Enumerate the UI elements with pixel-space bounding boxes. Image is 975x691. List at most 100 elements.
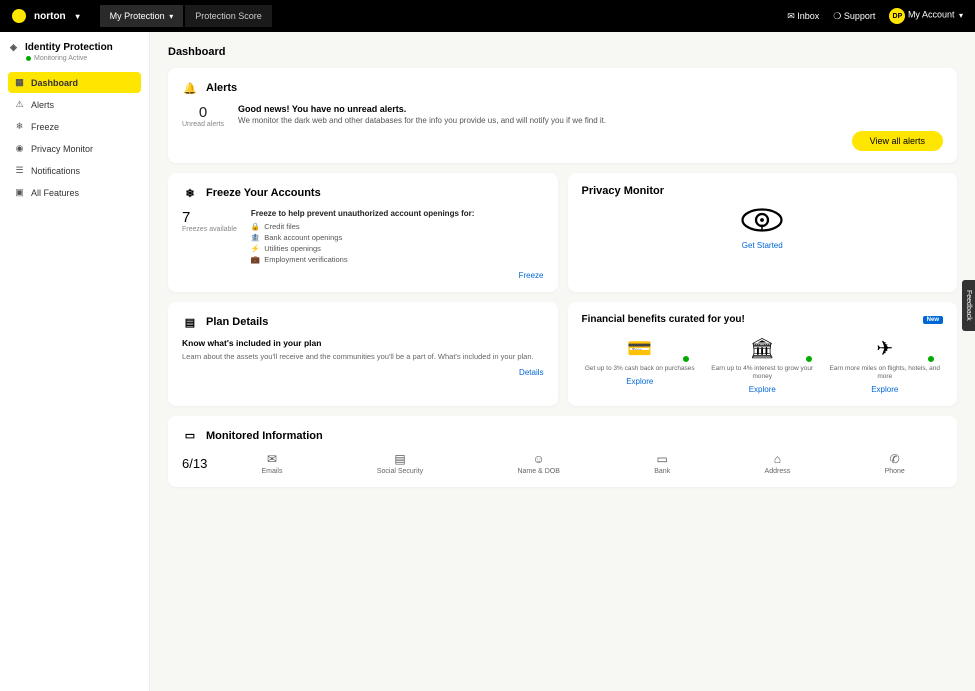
alerts-header: 🔔 Alerts <box>182 80 943 96</box>
brand-label: norton <box>34 11 66 22</box>
alerts-count-label: Unread alerts <box>182 121 224 128</box>
tab-protection-score[interactable]: Protection Score <box>185 5 272 27</box>
grid-icon: ▦ <box>14 77 25 88</box>
snowflake-icon: ❄ <box>14 121 25 132</box>
freeze-count-block: 7 Freezes available <box>182 209 237 265</box>
plan-details-link[interactable]: Details <box>182 368 544 377</box>
help-icon: ❍ <box>833 11 841 21</box>
eye-key-icon <box>739 205 785 235</box>
document-icon: ▤ <box>182 314 198 330</box>
briefcase-icon: 💼 <box>251 255 260 264</box>
privacy-get-started-link[interactable]: Get Started <box>582 241 944 250</box>
monitored-item[interactable]: ▤Social Security <box>377 452 423 475</box>
explore-link[interactable]: Explore <box>827 385 944 394</box>
sidebar: ◈ Identity Protection Monitoring Active … <box>0 32 150 691</box>
monitored-card: ▭ Monitored Information 6/13 ✉Emails ▤So… <box>168 416 957 487</box>
top-tabs: My Protection ▾ Protection Score <box>100 5 272 27</box>
sidebar-item-all-features[interactable]: ▣ All Features <box>8 182 141 203</box>
phone-icon: ✆ <box>885 452 905 466</box>
sidebar-item-notifications[interactable]: ☰ Notifications <box>8 160 141 181</box>
envelope-icon: ✉ <box>787 11 795 21</box>
page-title: Dashboard <box>168 46 957 58</box>
sidebar-item-label: Dashboard <box>31 78 78 88</box>
id-card-icon: ▭ <box>182 428 198 444</box>
account-menu[interactable]: DP My Account ▾ <box>889 8 963 24</box>
freeze-item: 🏦Bank account openings <box>251 232 475 243</box>
alerts-desc: We monitor the dark web and other databa… <box>238 116 943 125</box>
monitored-item[interactable]: ☺Name & DOB <box>517 452 559 475</box>
snowflake-icon: ❄ <box>182 185 198 201</box>
sidebar-item-freeze[interactable]: ❄ Freeze <box>8 116 141 137</box>
sidebar-status: Monitoring Active <box>26 55 141 62</box>
freeze-count-label: Freezes available <box>182 226 237 233</box>
view-alerts-button[interactable]: View all alerts <box>852 131 943 151</box>
feedback-tab[interactable]: Feedback <box>962 280 975 331</box>
card-icon: ▭ <box>654 452 670 466</box>
brand[interactable]: norton ▾ <box>12 9 80 23</box>
explore-link[interactable]: Explore <box>582 377 699 386</box>
eye-icon: ◉ <box>14 143 25 154</box>
explore-link[interactable]: Explore <box>704 385 821 394</box>
financial-item: 💳 Get up to 3% cash back on purchases Ex… <box>582 333 699 394</box>
monitored-item[interactable]: ⌂Address <box>765 452 791 475</box>
tab-my-protection[interactable]: My Protection ▾ <box>100 5 184 27</box>
avatar-icon: DP <box>889 8 905 24</box>
chevron-down-icon: ▾ <box>76 12 80 21</box>
sidebar-item-privacy[interactable]: ◉ Privacy Monitor <box>8 138 141 159</box>
new-badge: New <box>923 316 943 324</box>
sidebar-item-label: Privacy Monitor <box>31 144 93 154</box>
chevron-down-icon: ▾ <box>169 12 173 21</box>
plan-card: ▤ Plan Details Know what's included in y… <box>168 302 558 406</box>
ssn-icon: ▤ <box>377 452 423 466</box>
alerts-count-block: 0 Unread alerts <box>182 104 224 128</box>
app-header: norton ▾ My Protection ▾ Protection Scor… <box>0 0 975 32</box>
wallet-icon: 💳 <box>582 333 699 363</box>
norton-logo-icon <box>12 9 26 23</box>
financial-item: 🏛 Earn up to 4% interest to grow your mo… <box>704 333 821 394</box>
alert-icon: ⚠ <box>14 99 25 110</box>
sidebar-item-label: Freeze <box>31 122 59 132</box>
check-badge-icon <box>682 355 690 363</box>
alerts-count: 0 <box>182 104 224 121</box>
monitored-item[interactable]: ✆Phone <box>885 452 905 475</box>
plan-desc: Learn about the assets you'll receive an… <box>182 352 544 362</box>
sidebar-item-label: Notifications <box>31 166 80 176</box>
plug-icon: ⚡ <box>251 244 260 253</box>
alerts-headline: Good news! You have no unread alerts. <box>238 104 943 114</box>
freeze-headline: Freeze to help prevent unauthorized acco… <box>251 209 475 218</box>
check-badge-icon <box>927 355 935 363</box>
freeze-item: ⚡Utilities openings <box>251 243 475 254</box>
freeze-list: Freeze to help prevent unauthorized acco… <box>251 209 475 265</box>
privacy-card: Privacy Monitor Get Started <box>568 173 958 292</box>
plan-headline: Know what's included in your plan <box>182 338 544 348</box>
freeze-link[interactable]: Freeze <box>182 271 544 280</box>
sidebar-item-dashboard[interactable]: ▦ Dashboard <box>8 72 141 93</box>
support-link[interactable]: ❍ Support <box>833 11 875 22</box>
freeze-item: 💼Employment verifications <box>251 254 475 265</box>
sidebar-item-label: Alerts <box>31 100 54 110</box>
monitored-item[interactable]: ✉Emails <box>261 452 282 475</box>
header-right: ✉ Inbox ❍ Support DP My Account ▾ <box>787 8 963 24</box>
status-dot-icon <box>26 56 31 61</box>
sidebar-title: ◈ Identity Protection <box>8 42 141 53</box>
freeze-card: ❄ Freeze Your Accounts 7 Freezes availab… <box>168 173 558 292</box>
alerts-text: Good news! You have no unread alerts. We… <box>238 104 943 151</box>
financial-card: Financial benefits curated for you! New … <box>568 302 958 406</box>
bell-icon: 🔔 <box>182 80 198 96</box>
content-area: Dashboard 🔔 Alerts 0 Unread alerts Good … <box>150 32 975 691</box>
check-badge-icon <box>805 355 813 363</box>
shield-icon: ◈ <box>8 42 19 53</box>
financial-title: Financial benefits curated for you! <box>582 314 745 325</box>
home-icon: ⌂ <box>765 452 791 466</box>
plane-icon: ✈ <box>827 333 944 363</box>
bank-building-icon: 🏛 <box>704 333 821 363</box>
lock-icon: 🔒 <box>251 222 260 231</box>
monitored-count: 6/13 <box>182 456 207 471</box>
main-layout: ◈ Identity Protection Monitoring Active … <box>0 32 975 691</box>
financial-item: ✈ Earn more miles on flights, hotels, an… <box>827 333 944 394</box>
inbox-link[interactable]: ✉ Inbox <box>787 11 819 22</box>
sidebar-item-alerts[interactable]: ⚠ Alerts <box>8 94 141 115</box>
apps-icon: ▣ <box>14 187 25 198</box>
email-icon: ✉ <box>261 452 282 466</box>
monitored-item[interactable]: ▭Bank <box>654 452 670 475</box>
